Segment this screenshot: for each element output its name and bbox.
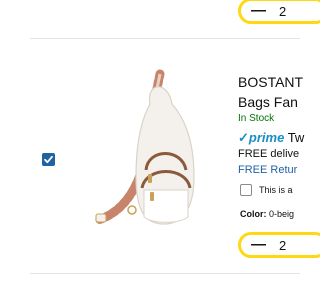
divider (30, 273, 300, 274)
product-title[interactable]: BOSTANT (238, 73, 303, 91)
divider (30, 38, 300, 39)
free-delivery-text: FREE delive (238, 148, 300, 160)
color-option: Color: 0-beig (240, 209, 294, 219)
product-image[interactable] (88, 62, 208, 232)
quantity-stepper[interactable]: — 2 (238, 232, 320, 258)
prime-delivery-text: Tw (287, 130, 305, 145)
color-label: Color: (240, 209, 267, 219)
stock-status: In Stock (238, 113, 275, 124)
decrease-quantity-button[interactable]: — (251, 3, 266, 19)
item-select-checkbox[interactable] (42, 153, 55, 166)
prime-check-icon: ✓ (238, 130, 249, 145)
prime-badge: ✓prime Tw (238, 130, 304, 146)
quantity-value: 2 (279, 238, 287, 253)
gift-label: This is a (259, 185, 293, 195)
product-title-line2[interactable]: Bags Fan (238, 93, 298, 111)
decrease-quantity-button[interactable]: — (251, 237, 266, 253)
prime-logo: prime (248, 130, 285, 145)
quantity-value: 2 (279, 4, 287, 19)
free-returns-link[interactable]: FREE Retur (238, 164, 297, 176)
color-value: 0-beig (269, 209, 295, 219)
checkmark-icon (44, 155, 53, 164)
gift-checkbox[interactable] (240, 184, 252, 196)
quantity-stepper[interactable]: — 2 (238, 0, 320, 24)
